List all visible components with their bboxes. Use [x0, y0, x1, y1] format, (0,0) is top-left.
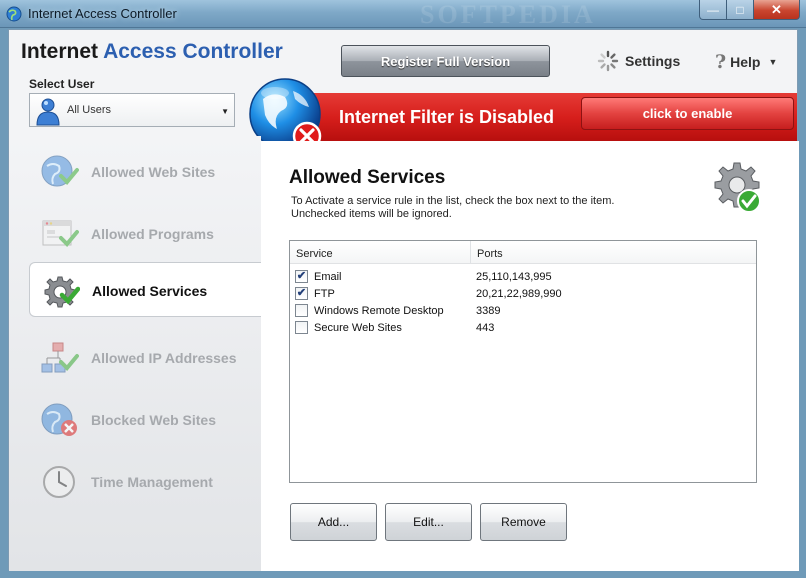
select-user-label: Select User: [29, 77, 95, 91]
service-ports: 20,21,22,989,990: [476, 287, 562, 300]
sidebar-item-label: Blocked Web Sites: [91, 412, 217, 428]
register-full-version-button[interactable]: Register Full Version: [341, 45, 550, 77]
table-row[interactable]: ✔ Email 25,110,143,995: [290, 268, 756, 285]
table-row[interactable]: ✔ FTP 20,21,22,989,990: [290, 285, 756, 302]
row-checkbox[interactable]: [295, 304, 308, 317]
add-service-button[interactable]: Add...: [290, 503, 377, 541]
sidebar-item-label: Allowed Services: [92, 283, 208, 299]
window-titlebar[interactable]: Internet Access Controller SOFTPEDIA — □…: [0, 0, 806, 29]
gear-check-icon: [714, 162, 761, 213]
service-ports: 25,110,143,995: [476, 270, 552, 283]
globe-x-icon: [41, 403, 77, 436]
minimize-button[interactable]: —: [699, 0, 727, 20]
description-line: To Activate a service rule in the list, …: [291, 195, 615, 207]
help-question-icon: ?: [715, 51, 727, 73]
user-avatar-icon: [36, 98, 60, 126]
row-checkbox[interactable]: [295, 321, 308, 334]
description-line: Unchecked items will be ignored.: [291, 208, 452, 220]
app-globe-icon: [6, 6, 22, 22]
table-header: Service Ports: [290, 241, 756, 264]
sidebar-item-allowed-ip-addresses[interactable]: Allowed IP Addresses: [9, 330, 261, 386]
edit-service-button[interactable]: Edit...: [385, 503, 472, 541]
column-header-ports[interactable]: Ports: [471, 241, 503, 263]
globe-check-icon: [41, 155, 79, 187]
window-client-area: Internet Access Controller Register Full…: [8, 29, 799, 571]
help-menu-button[interactable]: ? Help ▼: [715, 51, 777, 73]
network-check-icon: [41, 342, 79, 373]
sidebar-nav: Allowed Web Sites Allowed Programs Allow…: [9, 136, 261, 571]
gear-check-icon: [44, 276, 80, 308]
remove-service-button[interactable]: Remove: [480, 503, 567, 541]
service-ports: 443: [476, 321, 495, 334]
sidebar-item-time-management[interactable]: Time Management: [9, 454, 261, 510]
clock-icon: [43, 466, 75, 498]
row-checkbox[interactable]: ✔: [295, 270, 308, 283]
row-checkbox[interactable]: ✔: [295, 287, 308, 300]
page-title: Allowed Services: [289, 167, 446, 188]
page-description: To Activate a service rule in the list, …: [291, 195, 651, 221]
table-row[interactable]: Windows Remote Desktop 3389: [290, 302, 756, 319]
sidebar-item-allowed-web-sites[interactable]: Allowed Web Sites: [9, 144, 261, 200]
click-to-enable-button[interactable]: click to enable: [581, 97, 794, 130]
maximize-button[interactable]: □: [727, 0, 754, 20]
user-select-dropdown[interactable]: All Users ▼: [29, 93, 235, 127]
settings-label: Settings: [625, 53, 681, 69]
service-name: Windows Remote Desktop: [314, 304, 444, 317]
service-name: Secure Web Sites: [314, 321, 402, 334]
sidebar-item-allowed-services[interactable]: Allowed Services: [29, 262, 261, 317]
sidebar-item-allowed-programs[interactable]: Allowed Programs: [9, 206, 261, 262]
sidebar-item-label: Time Management: [91, 474, 213, 490]
sidebar-item-label: Allowed IP Addresses: [91, 350, 237, 366]
column-header-service[interactable]: Service: [290, 241, 471, 263]
service-name: Email: [314, 270, 342, 283]
services-table[interactable]: Service Ports ✔ Email 25,110,143,995 ✔ FTP…: [289, 240, 757, 483]
help-label: Help: [730, 54, 761, 70]
app-brand-title: Internet Access Controller: [21, 40, 283, 64]
sidebar-item-label: Allowed Programs: [91, 226, 214, 242]
brand-part1: Internet: [21, 40, 104, 63]
window-title: Internet Access Controller: [28, 6, 177, 21]
main-panel: Allowed Services To Activate a service r…: [261, 141, 799, 571]
maximize-icon: □: [736, 2, 744, 17]
close-icon: ✕: [771, 1, 782, 17]
window-check-icon: [42, 220, 79, 247]
settings-button[interactable]: Settings: [597, 50, 680, 72]
minimize-icon: —: [707, 2, 719, 17]
brand-part2: Access Controller: [103, 40, 283, 63]
watermark: SOFTPEDIA: [420, 0, 596, 29]
sidebar-item-label: Allowed Web Sites: [91, 164, 216, 180]
chevron-down-icon: ▼: [768, 57, 778, 67]
internet-filter-banner: Internet Filter is Disabled click to ena…: [299, 93, 797, 141]
service-name: FTP: [314, 287, 335, 300]
loading-spinner-icon: [597, 50, 619, 72]
close-button[interactable]: ✕: [754, 0, 800, 20]
filter-status-text: Internet Filter is Disabled: [339, 107, 555, 127]
user-select-value: All Users: [67, 104, 112, 116]
service-ports: 3389: [476, 304, 501, 317]
table-row[interactable]: Secure Web Sites 443: [290, 319, 756, 336]
sidebar-item-blocked-web-sites[interactable]: Blocked Web Sites: [9, 392, 261, 448]
dropdown-arrow-icon: ▼: [221, 107, 229, 116]
